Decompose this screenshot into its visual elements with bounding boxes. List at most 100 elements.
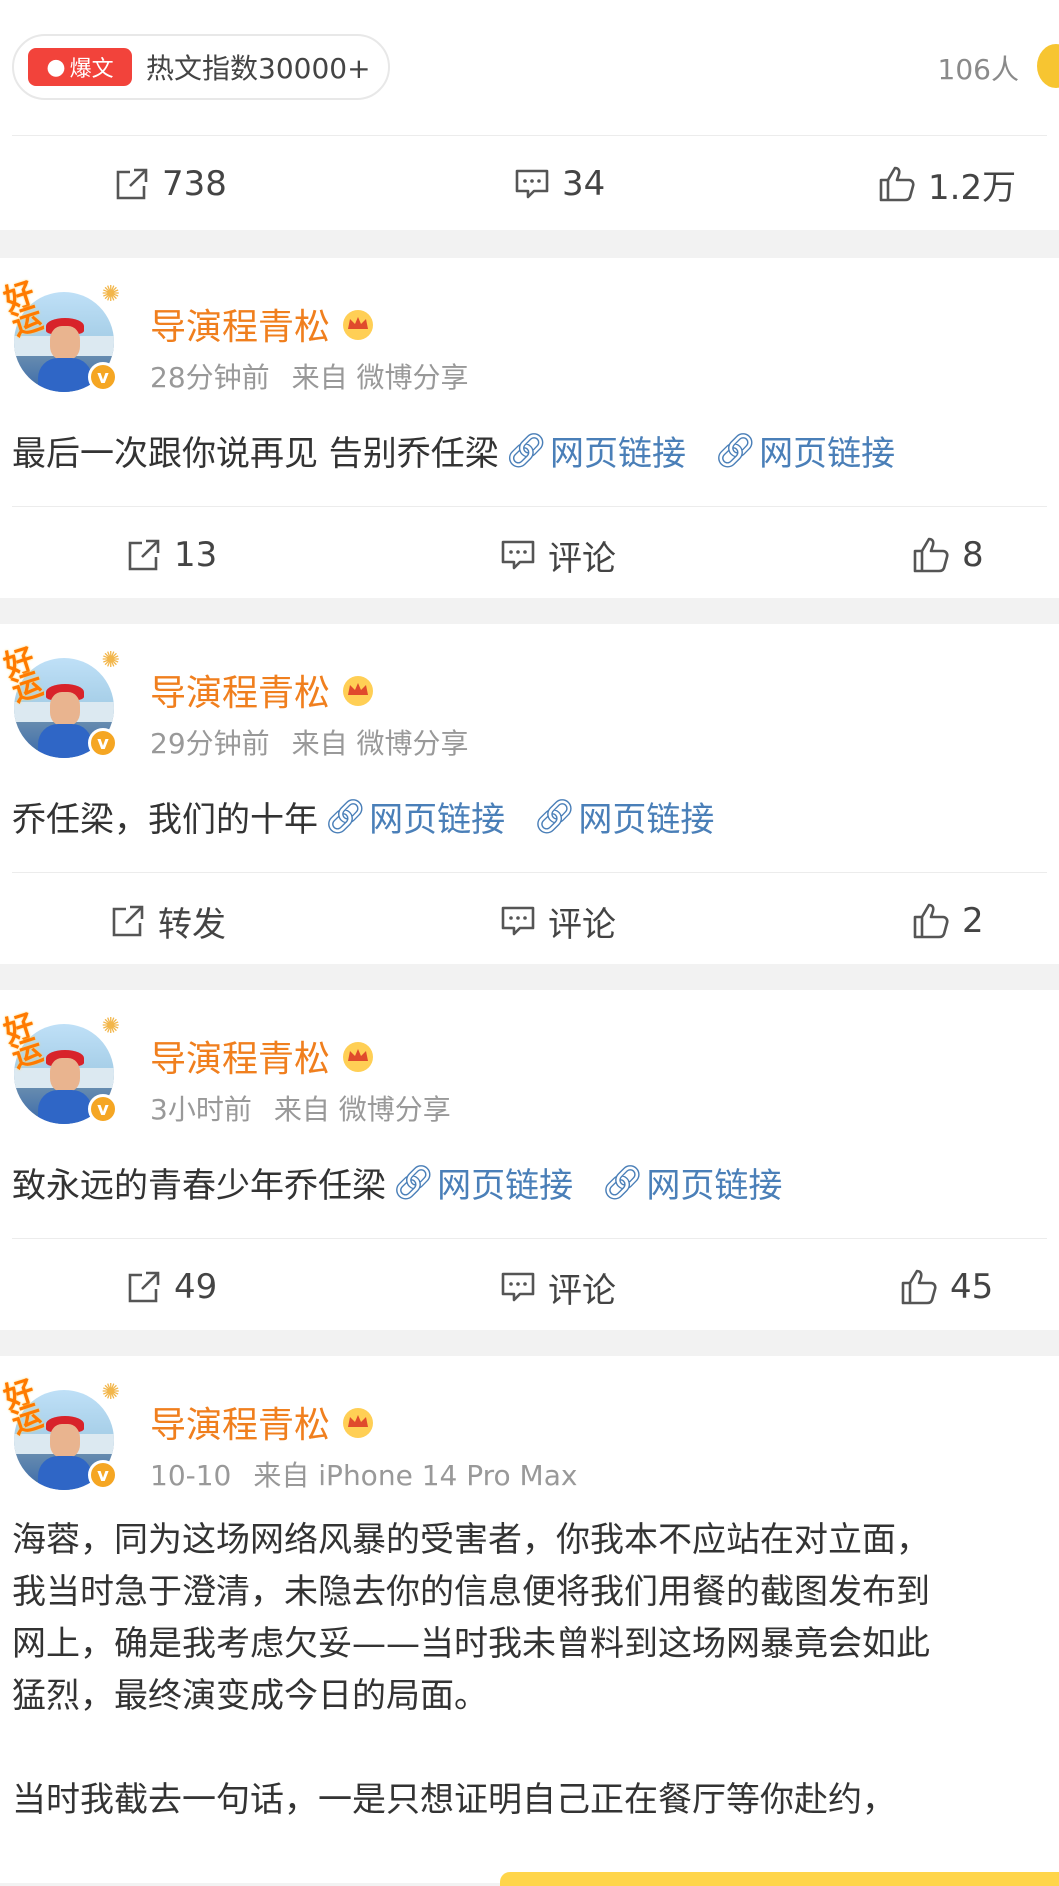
web-link[interactable]: 🔗︎ 网页链接 bbox=[714, 426, 895, 475]
text-line: 网上，确是我考虑欠妥——当时我未曾料到这场网暴竟会如此 bbox=[12, 1624, 930, 1664]
like-icon bbox=[876, 164, 918, 204]
like-button[interactable]: 2 bbox=[910, 873, 984, 969]
like-button[interactable]: 8 bbox=[910, 507, 984, 603]
text-line: 猛烈，最终演变成今日的局面。 bbox=[12, 1676, 488, 1716]
post-card-top: ● 爆文 热文指数30000+ 106人 738 34 1.2万 bbox=[0, 0, 1059, 230]
sun-icon: ✺ bbox=[101, 648, 120, 673]
link-icon: 🔗︎ bbox=[392, 1162, 436, 1203]
repost-button[interactable]: 转发 bbox=[108, 873, 226, 969]
link-icon: 🔗︎ bbox=[713, 430, 758, 471]
comment-button[interactable]: 34 bbox=[512, 136, 605, 232]
like-icon bbox=[910, 535, 952, 575]
web-link-label: 网页链接 bbox=[759, 434, 896, 474]
verified-mark: v bbox=[97, 732, 109, 754]
avatar[interactable]: 好运 ✺ v bbox=[0, 1374, 120, 1490]
like-button[interactable]: 45 bbox=[898, 1239, 993, 1335]
author-name-text: 导演程青松 bbox=[150, 1405, 331, 1446]
crown-icon bbox=[343, 310, 374, 340]
like-count: 1.2万 bbox=[928, 167, 1017, 208]
action-bar: 738 34 1.2万 bbox=[0, 136, 1059, 232]
post-text-content: 致永远的青春少年乔任梁 bbox=[12, 1166, 386, 1206]
like-icon bbox=[910, 901, 952, 941]
web-link-label: 网页链接 bbox=[369, 800, 506, 840]
repost-button[interactable]: 49 bbox=[124, 1239, 217, 1335]
link-icon: 🔗︎ bbox=[533, 796, 577, 837]
like-button[interactable]: 1.2万 bbox=[876, 136, 1016, 232]
repost-button[interactable]: 13 bbox=[124, 507, 217, 603]
crown-icon bbox=[343, 1042, 374, 1072]
web-link-label: 网页链接 bbox=[549, 434, 686, 474]
verified-icon: v bbox=[88, 1094, 118, 1124]
repost-count: 49 bbox=[174, 1267, 218, 1307]
text-line: 海蓉，同为这场网络风暴的受害者，你我本不应站在对立面， bbox=[12, 1520, 930, 1560]
comment-label: 评论 bbox=[548, 538, 616, 579]
author-name[interactable]: 导演程青松 bbox=[150, 298, 376, 350]
comment-button[interactable]: 评论 bbox=[498, 507, 616, 603]
avatar[interactable]: 好运 ✺ v bbox=[0, 276, 120, 392]
author-name-text: 导演程青松 bbox=[150, 1039, 331, 1080]
verified-mark: v bbox=[97, 1464, 109, 1486]
author-name-text: 导演程青松 bbox=[150, 673, 331, 714]
post-source: 来自 iPhone 14 Pro Max bbox=[253, 1459, 578, 1492]
post-time: 29分钟前 bbox=[150, 727, 270, 760]
action-bar: 49 评论 45 bbox=[0, 1239, 1059, 1335]
post-text-content: 乔任梁，我们的十年 bbox=[12, 800, 318, 840]
web-link[interactable]: 🔗︎ 网页链接 bbox=[324, 792, 505, 841]
post-text: 最后一次跟你说再见 告别乔任梁 🔗︎ 网页链接 🔗︎ 网页链接 bbox=[12, 426, 895, 475]
post-time: 3小时前 bbox=[150, 1093, 252, 1126]
hot-badge-label: 爆文 bbox=[69, 57, 114, 82]
repost-icon bbox=[124, 1267, 164, 1307]
comment-button[interactable]: 评论 bbox=[498, 1239, 616, 1335]
post-card: 好运 ✺ v 导演程青松 10-10 来自 iPhone 14 Pro Max 海… bbox=[0, 1356, 1059, 1883]
verified-icon: v bbox=[88, 362, 118, 392]
comment-button[interactable]: 评论 bbox=[498, 873, 616, 969]
text-line: 我当时急于澄清，未隐去你的信息便将我们用餐的截图发布到 bbox=[12, 1572, 930, 1612]
verified-mark: v bbox=[97, 1098, 109, 1120]
repost-count: 13 bbox=[174, 535, 218, 575]
repost-count: 738 bbox=[162, 164, 227, 204]
avatar[interactable]: 好运 ✺ v bbox=[0, 642, 120, 758]
web-link[interactable]: 🔗︎ 网页链接 bbox=[505, 426, 686, 475]
crown-icon bbox=[343, 676, 374, 706]
post-time: 10-10 bbox=[150, 1459, 232, 1492]
hot-index-text: 热文指数30000+ bbox=[146, 52, 371, 85]
emoji-icon bbox=[1037, 44, 1059, 88]
author-name[interactable]: 导演程青松 bbox=[150, 1030, 376, 1082]
post-meta: 28分钟前 来自 微博分享 bbox=[150, 356, 469, 396]
post-meta: 10-10 来自 iPhone 14 Pro Max bbox=[150, 1454, 577, 1494]
web-link-label: 网页链接 bbox=[437, 1166, 574, 1206]
bottom-overlay bbox=[500, 1872, 1059, 1886]
repost-icon bbox=[124, 535, 164, 575]
author-name[interactable]: 导演程青松 bbox=[150, 664, 376, 716]
web-link-label: 网页链接 bbox=[646, 1166, 783, 1206]
post-card: 好运 ✺ v 导演程青松 28分钟前 来自 微博分享 最后一次跟你说再见 告别乔任… bbox=[0, 258, 1059, 598]
link-icon: 🔗︎ bbox=[324, 796, 368, 837]
author-name[interactable]: 导演程青松 bbox=[150, 1396, 376, 1448]
web-link[interactable]: 🔗︎ 网页链接 bbox=[392, 1158, 573, 1207]
link-icon: 🔗︎ bbox=[601, 1162, 645, 1203]
like-count: 2 bbox=[962, 901, 984, 941]
reader-count: 106人 bbox=[937, 53, 1019, 86]
post-text-content: 最后一次跟你说再见 告别乔任梁 bbox=[12, 434, 499, 474]
like-count: 8 bbox=[962, 535, 984, 575]
author-name-text: 导演程青松 bbox=[150, 307, 331, 348]
post-text: 海蓉，同为这场网络风暴的受害者，你我本不应站在对立面， 我当时急于澄清，未隐去你… bbox=[12, 1514, 930, 1826]
web-link[interactable]: 🔗︎ 网页链接 bbox=[533, 792, 714, 841]
comment-label: 评论 bbox=[548, 1270, 616, 1311]
hot-index-pill[interactable]: ● 爆文 热文指数30000+ bbox=[12, 34, 390, 100]
post-meta: 3小时前 来自 微博分享 bbox=[150, 1088, 451, 1128]
sun-icon: ✺ bbox=[101, 1380, 120, 1405]
comment-label: 评论 bbox=[548, 904, 616, 945]
link-icon: 🔗︎ bbox=[504, 430, 548, 471]
repost-button[interactable]: 738 bbox=[112, 136, 227, 232]
comment-icon bbox=[498, 901, 538, 941]
verified-mark: v bbox=[97, 366, 109, 388]
hot-index-row: ● 爆文 热文指数30000+ 106人 bbox=[0, 0, 1059, 135]
repost-icon bbox=[108, 901, 148, 941]
web-link[interactable]: 🔗︎ 网页链接 bbox=[601, 1158, 782, 1207]
repost-label: 转发 bbox=[158, 904, 226, 945]
avatar[interactable]: 好运 ✺ v bbox=[0, 1008, 120, 1124]
hot-badge: ● 爆文 bbox=[28, 48, 132, 86]
comment-icon bbox=[498, 535, 538, 575]
